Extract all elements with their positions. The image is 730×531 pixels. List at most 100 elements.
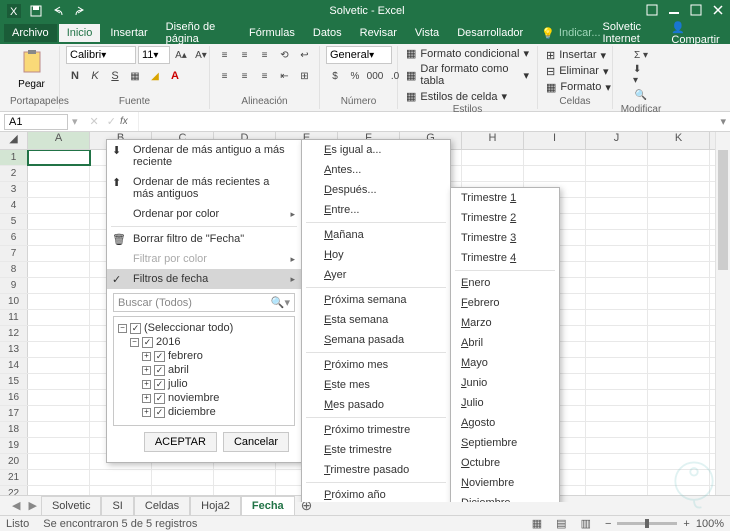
cell[interactable]	[152, 470, 214, 485]
sheet-tab[interactable]: Solvetic	[41, 496, 102, 515]
cell[interactable]	[586, 358, 648, 373]
sort-by-color-item[interactable]: Ordenar por color▸	[107, 204, 301, 224]
format-cells-button[interactable]: ▦Formato ▾	[544, 80, 613, 95]
submenu-item[interactable]: Próximo trimestre	[302, 420, 450, 440]
checkbox[interactable]: ✓	[154, 379, 165, 390]
zoom-out-button[interactable]: −	[605, 518, 611, 530]
cell[interactable]	[28, 198, 90, 213]
ribbon-options-icon[interactable]	[646, 4, 658, 19]
cell[interactable]	[586, 390, 648, 405]
cell[interactable]	[648, 342, 710, 357]
submenu-item[interactable]: Próximo año	[302, 485, 450, 502]
submenu-item[interactable]: Este mes	[302, 375, 450, 395]
quarter-item[interactable]: Trimestre 2	[451, 208, 559, 228]
cell[interactable]	[586, 150, 648, 165]
col-header-h[interactable]: H	[462, 132, 524, 149]
row-header[interactable]: 10	[0, 294, 28, 309]
view-layout-icon[interactable]: ▤	[556, 517, 566, 530]
cell[interactable]	[648, 246, 710, 261]
wrap-text-icon[interactable]: ↩	[296, 46, 314, 64]
month-item[interactable]: Abril	[451, 333, 559, 353]
row-header[interactable]: 1	[0, 150, 28, 165]
zoom-in-button[interactable]: +	[683, 518, 689, 530]
month-item[interactable]: Agosto	[451, 413, 559, 433]
cell[interactable]	[648, 182, 710, 197]
thousands-icon[interactable]: 000	[366, 67, 384, 85]
share-button[interactable]: 👤 Compartir	[671, 21, 720, 46]
decrease-font-icon[interactable]: A▾	[192, 46, 210, 64]
tab-review[interactable]: Revisar	[352, 24, 405, 42]
submenu-item[interactable]: Esta semana	[302, 310, 450, 330]
underline-button[interactable]: S	[106, 67, 124, 85]
expand-icon[interactable]: +	[142, 408, 151, 417]
enter-formula-icon[interactable]: ✓	[107, 115, 116, 128]
cell[interactable]	[586, 310, 648, 325]
font-name-select[interactable]: Calibri ▾	[66, 46, 136, 64]
row-header[interactable]: 14	[0, 358, 28, 373]
cell[interactable]	[524, 166, 586, 181]
cancel-formula-icon[interactable]: ✕	[90, 115, 99, 128]
cell[interactable]	[648, 438, 710, 453]
submenu-item[interactable]: Este trimestre	[302, 440, 450, 460]
submenu-item[interactable]: Mañana	[302, 225, 450, 245]
filter-tree[interactable]: −✓(Seleccionar todo) −✓2016 +✓febrero +✓…	[113, 316, 295, 426]
row-header[interactable]: 8	[0, 262, 28, 277]
cell[interactable]	[586, 166, 648, 181]
cell[interactable]	[586, 326, 648, 341]
month-item[interactable]: Julio	[451, 393, 559, 413]
cell[interactable]	[524, 150, 586, 165]
insert-cells-button[interactable]: ⊞Insertar ▾	[544, 48, 613, 63]
tab-nav-prev-icon[interactable]: ◀	[8, 499, 24, 512]
row-header[interactable]: 9	[0, 278, 28, 293]
fx-icon[interactable]: fx	[120, 116, 128, 127]
name-dropdown-icon[interactable]: ▾	[72, 115, 78, 128]
cell[interactable]	[586, 262, 648, 277]
tab-view[interactable]: Vista	[407, 24, 447, 42]
delete-cells-button[interactable]: ⊟Eliminar ▾	[544, 64, 613, 79]
submenu-item[interactable]: Trimestre pasado	[302, 460, 450, 480]
indent-decrease-icon[interactable]: ⇤	[276, 67, 294, 85]
cell[interactable]	[648, 262, 710, 277]
month-item[interactable]: Enero	[451, 273, 559, 293]
checkbox[interactable]: ✓	[154, 365, 165, 376]
month-item[interactable]: Febrero	[451, 293, 559, 313]
row-header[interactable]: 19	[0, 438, 28, 453]
cell[interactable]	[586, 230, 648, 245]
cell[interactable]	[648, 214, 710, 229]
tab-nav-next-icon[interactable]: ▶	[24, 499, 40, 512]
cell[interactable]	[28, 438, 90, 453]
submenu-item[interactable]: Semana pasada	[302, 330, 450, 350]
cell[interactable]	[28, 230, 90, 245]
paste-button[interactable]	[16, 46, 48, 78]
submenu-item[interactable]: Ayer	[302, 265, 450, 285]
cell[interactable]	[28, 278, 90, 293]
cell[interactable]	[28, 150, 90, 165]
col-header-j[interactable]: J	[586, 132, 648, 149]
row-header[interactable]: 15	[0, 374, 28, 389]
cell[interactable]	[586, 470, 648, 485]
sort-descending-item[interactable]: ⬆Ordenar de más recientes a más antiguos	[107, 172, 301, 204]
merge-button[interactable]: ⊞	[296, 67, 314, 85]
sheet-tab[interactable]: Hoja2	[190, 496, 241, 515]
row-header[interactable]: 21	[0, 470, 28, 485]
fill-color-button[interactable]: ◢	[146, 67, 164, 85]
col-header-a[interactable]: A	[28, 132, 90, 149]
checkbox[interactable]: ✓	[154, 351, 165, 362]
expand-icon[interactable]: +	[142, 366, 151, 375]
month-item[interactable]: Mayo	[451, 353, 559, 373]
sort-ascending-item[interactable]: ⬇Ordenar de más antiguo a más reciente	[107, 140, 301, 172]
quarter-item[interactable]: Trimestre 4	[451, 248, 559, 268]
cell[interactable]	[28, 294, 90, 309]
orientation-icon[interactable]: ⟲	[276, 46, 294, 64]
sheet-tab-active[interactable]: Fecha	[241, 496, 295, 516]
cell[interactable]	[28, 310, 90, 325]
align-bottom-icon[interactable]: ≡	[256, 46, 274, 64]
save-icon[interactable]	[28, 3, 44, 19]
checkbox[interactable]: ✓	[130, 323, 141, 334]
italic-button[interactable]: K	[86, 67, 104, 85]
row-header[interactable]: 20	[0, 454, 28, 469]
cell[interactable]	[648, 166, 710, 181]
increase-font-icon[interactable]: A▴	[172, 46, 190, 64]
cell[interactable]	[586, 454, 648, 469]
number-format-select[interactable]: General ▾	[326, 46, 392, 64]
